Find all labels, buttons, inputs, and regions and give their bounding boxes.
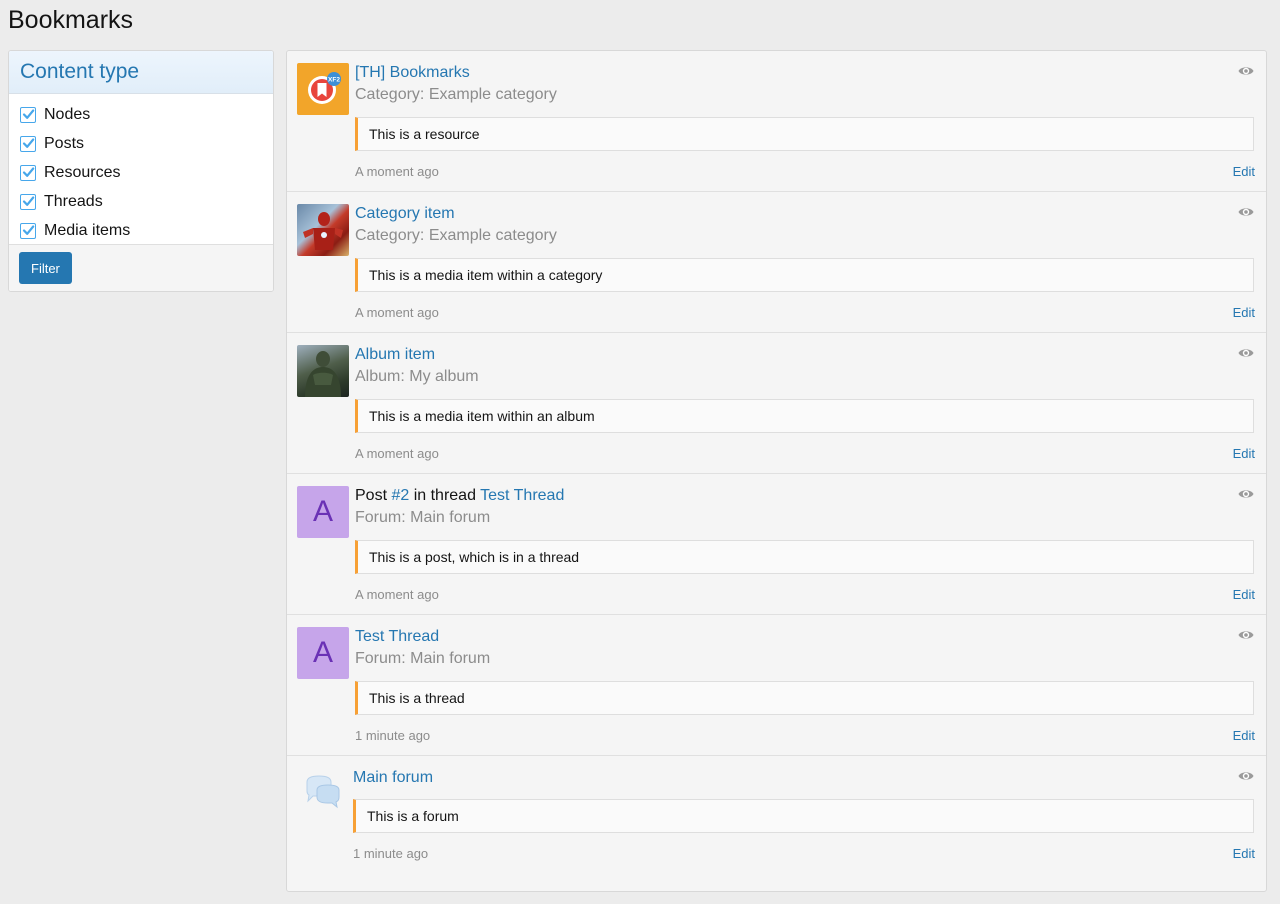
bookmark-snippet: This is a resource [355, 117, 1254, 151]
bookmark-meta: Forum: Main forum [355, 648, 1254, 670]
content-type-list: Nodes Posts Resources Threads Media item… [9, 94, 273, 245]
bookmark-snippet: This is a media item within an album [355, 399, 1254, 433]
bookmark-footer: A moment ago Edit [355, 151, 1254, 191]
edit-link[interactable]: Edit [1233, 446, 1255, 461]
filter-footer: Filter [9, 244, 273, 291]
avatar[interactable]: A [297, 486, 349, 538]
bookmark-timestamp: A moment ago [355, 164, 439, 179]
filter-label: Posts [44, 135, 84, 153]
edit-link[interactable]: Edit [1233, 846, 1255, 861]
eye-icon[interactable] [1238, 629, 1254, 641]
bookmark-meta: Category: Example category [355, 84, 1254, 106]
bookmark-title: Test Thread [355, 627, 1254, 647]
bookmark-title: Category item [355, 204, 1254, 224]
checkbox-checked-icon[interactable] [20, 165, 36, 181]
bookmark-footer: A moment ago Edit [355, 433, 1254, 473]
media-thumbnail[interactable] [297, 204, 349, 256]
bookmark-timestamp: A moment ago [355, 305, 439, 320]
avatar[interactable]: A [297, 627, 349, 679]
filter-button[interactable]: Filter [19, 252, 72, 284]
checkbox-checked-icon[interactable] [20, 223, 36, 239]
eye-icon[interactable] [1238, 770, 1254, 782]
bookmark-item: A Post #2 in thread Test Thread Forum: M… [287, 474, 1266, 615]
bookmark-title-link[interactable]: Test Thread [355, 628, 439, 645]
content-type-header: Content type [9, 51, 273, 94]
bookmark-footer: A moment ago Edit [355, 292, 1254, 332]
bookmark-item: Category item Category: Example category… [287, 192, 1266, 333]
bookmark-snippet: This is a post, which is in a thread [355, 540, 1254, 574]
filter-label: Nodes [44, 106, 90, 124]
filter-label: Resources [44, 164, 120, 182]
bookmark-snippet: This is a thread [355, 681, 1254, 715]
filter-item-threads[interactable]: Threads [20, 187, 262, 216]
bookmark-snippet: This is a forum [353, 799, 1254, 833]
bookmark-timestamp: 1 minute ago [353, 846, 428, 861]
chat-bubbles-icon [297, 768, 349, 820]
bookmark-title-link[interactable]: Main forum [353, 769, 433, 786]
thread-link[interactable]: Test Thread [480, 487, 564, 504]
bookmark-footer: 1 minute ago Edit [353, 833, 1254, 873]
bookmark-item: A Test Thread Forum: Main forum This is … [287, 615, 1266, 756]
bookmark-title-link[interactable]: [TH] Bookmarks [355, 64, 470, 81]
checkbox-checked-icon[interactable] [20, 194, 36, 210]
edit-link[interactable]: Edit [1233, 728, 1255, 743]
bookmark-item: XF2 [TH] Bookmarks Category: Example cat… [287, 51, 1266, 192]
eye-icon[interactable] [1238, 65, 1254, 77]
bookmark-timestamp: 1 minute ago [355, 728, 430, 743]
filter-item-nodes[interactable]: Nodes [20, 100, 262, 129]
bookmark-title: [TH] Bookmarks [355, 63, 1254, 83]
bookmark-meta: Category: Example category [355, 225, 1254, 247]
eye-icon[interactable] [1238, 488, 1254, 500]
bookmark-meta: Forum: Main forum [355, 507, 1254, 529]
filter-label: Media items [44, 222, 130, 240]
bookmarks-list: XF2 [TH] Bookmarks Category: Example cat… [286, 50, 1267, 892]
edit-link[interactable]: Edit [1233, 587, 1255, 602]
bookmark-timestamp: A moment ago [355, 446, 439, 461]
bookmark-item: Album item Album: My album This is a med… [287, 333, 1266, 474]
bookmark-item: Main forum This is a forum 1 minute ago … [287, 756, 1266, 873]
bookmark-title: Album item [355, 345, 1254, 365]
eye-icon[interactable] [1238, 206, 1254, 218]
bookmark-timestamp: A moment ago [355, 587, 439, 602]
bookmark-title: Main forum [353, 768, 1254, 788]
media-thumbnail[interactable] [297, 345, 349, 397]
filter-item-resources[interactable]: Resources [20, 158, 262, 187]
filter-item-posts[interactable]: Posts [20, 129, 262, 158]
bookmark-footer: 1 minute ago Edit [355, 715, 1254, 755]
bookmark-snippet: This is a media item within a category [355, 258, 1254, 292]
checkbox-checked-icon[interactable] [20, 136, 36, 152]
resource-icon[interactable]: XF2 [297, 63, 349, 115]
content-type-filter-panel: Content type Nodes Posts Resources Threa… [8, 50, 274, 292]
edit-link[interactable]: Edit [1233, 164, 1255, 179]
eye-icon[interactable] [1238, 347, 1254, 359]
resource-badge-text: XF2 [328, 76, 340, 83]
edit-link[interactable]: Edit [1233, 305, 1255, 320]
bookmark-footer: A moment ago Edit [355, 574, 1254, 614]
bookmark-title-link[interactable]: Category item [355, 205, 455, 222]
post-number-link[interactable]: #2 [391, 487, 409, 504]
bookmark-meta: Album: My album [355, 366, 1254, 388]
title-prefix: Post [355, 487, 391, 504]
bookmark-title: Post #2 in thread Test Thread [355, 486, 1254, 506]
checkbox-checked-icon[interactable] [20, 107, 36, 123]
bookmark-title-link[interactable]: Album item [355, 346, 435, 363]
page-title: Bookmarks [8, 6, 133, 35]
title-middle: in thread [409, 487, 480, 504]
filter-item-media-items[interactable]: Media items [20, 216, 262, 245]
filter-label: Threads [44, 193, 103, 211]
